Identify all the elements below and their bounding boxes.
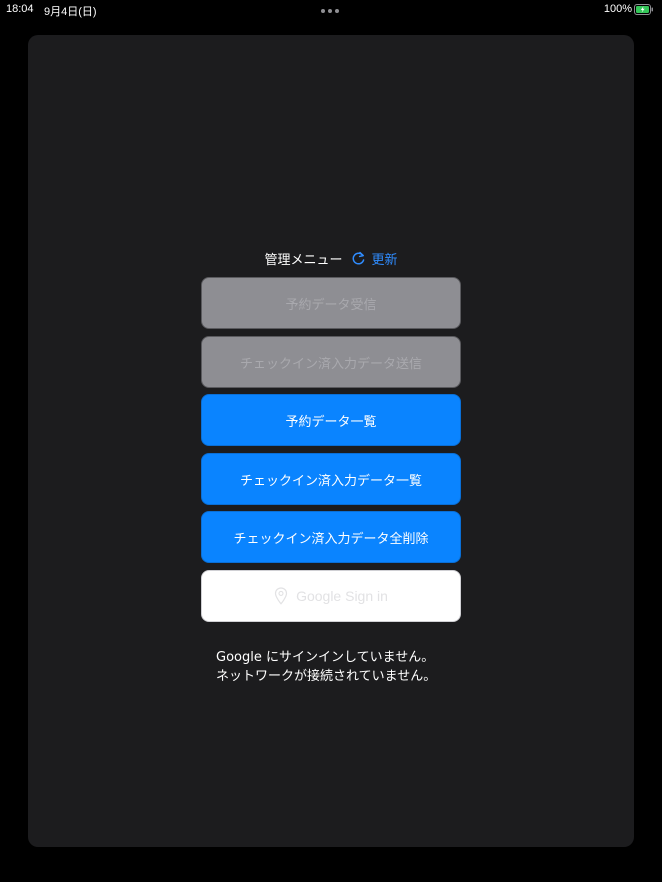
refresh-icon [352, 251, 364, 265]
dot-icon [335, 9, 339, 13]
delete-all-checkin-data-button[interactable]: チェックイン済入力データ全削除 [201, 511, 461, 563]
network-status-text: ネットワークが接続されていません。 [216, 669, 437, 684]
status-bar: 18:04 9月4日(日) 100% [0, 0, 662, 20]
dot-icon [321, 9, 325, 13]
battery-percent: 100% [603, 3, 632, 15]
receive-reservation-data-button[interactable]: 予約データ受信 [201, 277, 461, 329]
button-label: 予約データ一覧 [285, 414, 377, 430]
menu-header: 管理メニュー 更新 [0, 249, 662, 268]
button-label: チェックイン済入力データ送信 [239, 356, 422, 372]
status-time: 18:04 [6, 3, 34, 15]
button-label: 予約データ受信 [285, 297, 377, 313]
button-label: チェックイン済入力データ全削除 [233, 531, 429, 547]
signin-status-text: Google にサインインしていません。 [216, 650, 435, 665]
refresh-button[interactable]: 更新 [351, 249, 398, 268]
checkin-data-list-button[interactable]: チェックイン済入力データ一覧 [201, 453, 461, 505]
page-title: 管理メニュー [264, 253, 343, 268]
button-label: Google Sign in [296, 588, 388, 604]
button-label: チェックイン済入力データ一覧 [239, 473, 422, 489]
multitasking-handle[interactable] [321, 9, 339, 13]
reservation-list-button[interactable]: 予約データ一覧 [201, 394, 461, 446]
send-checkin-data-button[interactable]: チェックイン済入力データ送信 [201, 336, 461, 388]
battery-charging-icon [634, 4, 653, 15]
status-date: 9月4日(日) [44, 6, 97, 18]
google-sign-in-button[interactable]: Google Sign in [201, 570, 461, 622]
location-pin-icon [274, 587, 288, 605]
dot-icon [328, 9, 332, 13]
refresh-label: 更新 [371, 253, 398, 268]
status-messages: Google にサインインしていません。 ネットワークが接続されていません。 [216, 648, 436, 686]
